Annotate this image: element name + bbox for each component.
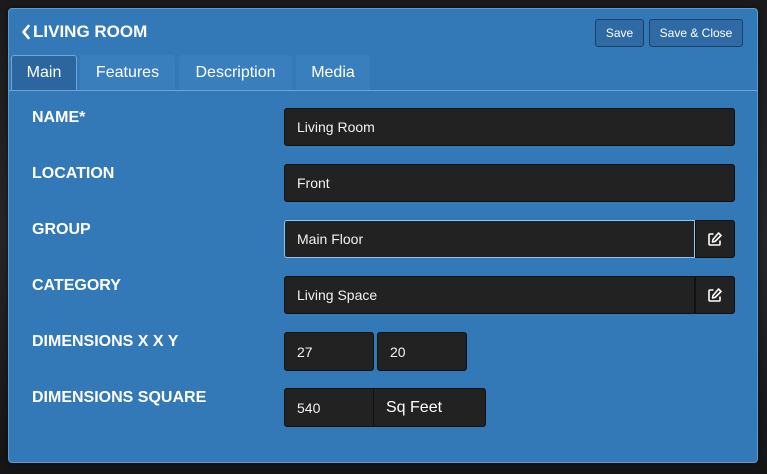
category-field[interactable]: Living Space xyxy=(284,276,695,314)
group-label: GROUP xyxy=(32,221,91,238)
save-button[interactable]: Save xyxy=(595,19,644,47)
tab-description[interactable]: Description xyxy=(179,55,292,90)
edit-icon xyxy=(708,232,722,246)
name-field[interactable]: Living Room xyxy=(284,108,735,146)
tab-main[interactable]: Main xyxy=(11,55,77,90)
tab-media[interactable]: Media xyxy=(296,55,370,90)
back-button[interactable]: LIVING ROOM xyxy=(21,22,147,42)
dimension-x-field[interactable]: 27 xyxy=(284,332,374,371)
dimension-square-field[interactable]: 540 xyxy=(284,388,374,427)
tab-features[interactable]: Features xyxy=(80,55,175,90)
dimension-y-field[interactable]: 20 xyxy=(377,332,467,371)
group-field[interactable]: Main Floor xyxy=(284,220,695,258)
dimensions-square-label: DIMENSIONS SQUARE xyxy=(32,389,207,406)
dimensions-xy-label: DIMENSIONS X X Y xyxy=(32,333,179,350)
category-edit-button[interactable] xyxy=(695,276,735,314)
category-label: CATEGORY xyxy=(32,277,121,294)
dialog-title: LIVING ROOM xyxy=(33,22,148,41)
save-close-button[interactable]: Save & Close xyxy=(649,19,743,47)
edit-icon xyxy=(708,288,722,302)
tab-bar: Main Features Description Media xyxy=(9,54,757,91)
name-label: NAME* xyxy=(32,109,86,126)
dialog-header: LIVING ROOM Save Save & Close xyxy=(9,9,757,53)
group-edit-button[interactable] xyxy=(695,220,735,258)
location-label: LOCATION xyxy=(32,165,115,182)
chevron-left-icon xyxy=(22,24,30,40)
unit-select[interactable]: Sq Feet xyxy=(373,388,486,427)
edit-room-dialog: LIVING ROOM Save Save & Close Main Featu… xyxy=(8,8,758,463)
location-field[interactable]: Front xyxy=(284,164,735,202)
